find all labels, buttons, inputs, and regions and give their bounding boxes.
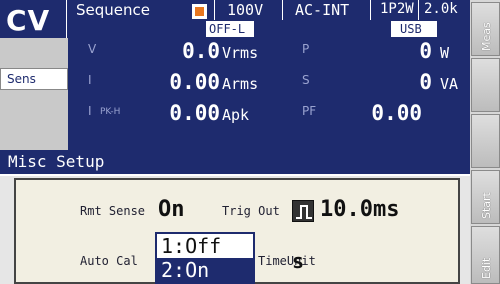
softkey-label: Start <box>480 192 493 219</box>
auto-cal-label: Auto Cal <box>80 254 138 268</box>
apparent-power-unit: VA <box>440 75 459 93</box>
rmt-sense-value[interactable]: On <box>158 197 185 222</box>
peak-current-unit: Apk <box>222 106 250 124</box>
current-unit: Arms <box>222 75 259 93</box>
peak-current-value: 0.00 <box>169 101 220 125</box>
rmt-sense-label: Rmt Sense <box>80 204 146 218</box>
softkey-edit[interactable]: Edit <box>471 226 500 284</box>
trig-out-value[interactable]: 10.0ms <box>320 197 399 222</box>
stop-icon <box>192 4 207 19</box>
softkey-label: Meas <box>480 22 493 51</box>
timeunit-value[interactable]: s <box>292 249 304 273</box>
softkey-meas[interactable]: Meas <box>471 2 500 56</box>
softkey-label: Edit <box>480 257 493 279</box>
signal-source: AC-INT <box>295 1 350 19</box>
dropdown-option-selected[interactable]: 2:On <box>157 258 253 282</box>
mode-indicator: CV <box>6 4 51 37</box>
measurement-label: I <box>88 104 92 118</box>
apparent-power-value: 0 <box>419 70 432 94</box>
measurement-label: I <box>88 73 92 87</box>
left-margin <box>0 38 68 150</box>
softkey-blank[interactable] <box>471 58 500 112</box>
power-value: 0 <box>419 39 432 63</box>
divider <box>214 0 215 20</box>
dropdown-option[interactable]: 1:Off <box>157 234 253 258</box>
divider <box>418 0 419 20</box>
measurement-sublabel: PK-H <box>100 107 121 117</box>
sequence-label: Sequence <box>76 1 150 19</box>
current-value: 0.00 <box>169 70 220 94</box>
dialog-title: Misc Setup <box>8 152 105 171</box>
softkey-blank[interactable] <box>471 114 500 168</box>
sens-tab[interactable]: Sens <box>0 68 68 90</box>
power-factor-value: 0.00 <box>371 101 422 125</box>
measurement-label: V <box>88 42 97 56</box>
softkey-start[interactable]: Start <box>471 170 500 224</box>
measurement-label: P <box>302 42 310 56</box>
power-unit: W <box>440 44 450 62</box>
divider <box>282 0 283 20</box>
measurement-label: S <box>302 73 310 87</box>
voltage-unit: Vrms <box>222 44 259 62</box>
dialog-title-bar: Misc Setup <box>0 150 470 176</box>
timeunit-label: TimeUnit <box>258 254 316 268</box>
wiring-mode: 1P2W <box>380 1 414 17</box>
divider <box>66 0 67 38</box>
trig-out-label: Trig Out <box>222 204 280 218</box>
trigger-pulse-icon <box>292 200 314 222</box>
output-state-badge: OFF-L <box>206 21 254 37</box>
voltage-range: 100V <box>227 1 264 19</box>
measurement-label: PF <box>302 104 317 118</box>
current-range: 2.0k <box>424 1 458 17</box>
interface-badge: USB <box>391 21 437 37</box>
voltage-value: 0.0 <box>182 39 220 63</box>
divider <box>370 0 371 20</box>
